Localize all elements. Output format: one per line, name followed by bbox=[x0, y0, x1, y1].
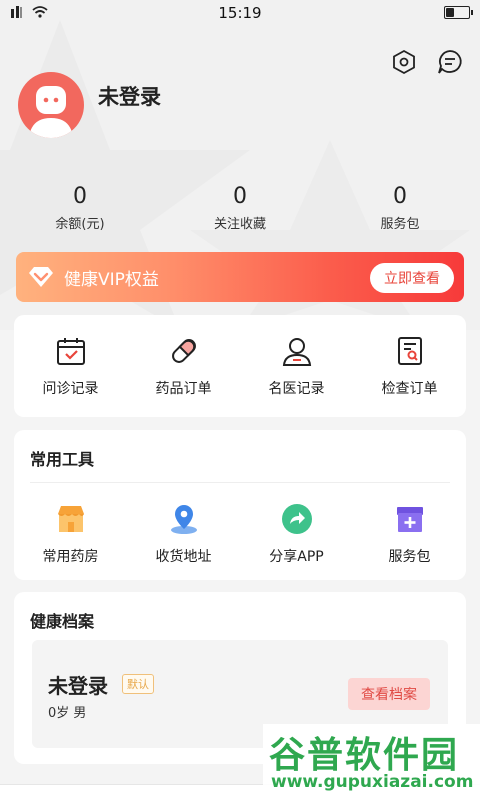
settings-icon[interactable] bbox=[390, 48, 418, 76]
grid-label: 问诊记录 bbox=[42, 381, 99, 397]
report-search-icon bbox=[392, 333, 428, 369]
card-title: 常用工具 bbox=[30, 450, 95, 469]
stat-balance[interactable]: 0 余额(元) bbox=[0, 184, 160, 232]
stat-favorites[interactable]: 0 关注收藏 bbox=[160, 184, 320, 232]
vip-diamond-icon bbox=[28, 264, 54, 290]
username-label[interactable]: 未登录 bbox=[98, 81, 161, 111]
grid-label: 常用药房 bbox=[42, 549, 99, 565]
share-icon bbox=[279, 501, 315, 537]
share-app-item[interactable]: 分享APP bbox=[240, 487, 353, 566]
pharmacy-item[interactable]: 常用药房 bbox=[14, 487, 127, 566]
grid-label: 分享APP bbox=[269, 549, 324, 565]
doctor-records-item[interactable]: 名医记录 bbox=[240, 315, 353, 417]
grid-label: 药品订单 bbox=[155, 381, 212, 397]
stat-value: 0 bbox=[233, 184, 247, 209]
default-badge: 默认 bbox=[122, 674, 154, 694]
consultation-records-item[interactable]: 问诊记录 bbox=[14, 315, 127, 417]
avatar[interactable] bbox=[18, 72, 84, 138]
account-stats: 0 余额(元) 0 关注收藏 0 服务包 bbox=[0, 184, 480, 232]
status-bar: 15:19 bbox=[0, 0, 480, 26]
status-time: 15:19 bbox=[218, 4, 262, 22]
stat-label: 余额(元) bbox=[55, 217, 105, 232]
common-tools-card: 常用工具 常用药房 收货地址 分享APP 服务包 bbox=[14, 430, 466, 580]
service-package-item[interactable]: 服务包 bbox=[353, 487, 466, 566]
orders-card: 问诊记录 药品订单 名医记录 检查订单 bbox=[14, 315, 466, 417]
doctor-icon bbox=[279, 333, 315, 369]
top-actions bbox=[390, 48, 464, 76]
grid-label: 名医记录 bbox=[268, 381, 325, 397]
medicine-orders-item[interactable]: 药品订单 bbox=[127, 315, 240, 417]
exam-orders-item[interactable]: 检查订单 bbox=[353, 315, 466, 417]
tools-row: 常用药房 收货地址 分享APP 服务包 bbox=[14, 483, 466, 566]
location-pin-icon bbox=[166, 501, 202, 537]
pharmacy-icon bbox=[53, 501, 89, 537]
stat-label: 服务包 bbox=[380, 217, 420, 232]
stat-value: 0 bbox=[73, 184, 87, 209]
battery-icon bbox=[444, 6, 473, 19]
record-name: 未登录 bbox=[48, 674, 108, 698]
watermark-main-text: 谷普软件园 bbox=[269, 735, 460, 776]
grid-label: 服务包 bbox=[388, 549, 431, 565]
watermark-url: www.gupuxiazai.com bbox=[271, 772, 474, 792]
grid-label: 收货地址 bbox=[155, 549, 212, 565]
record-info: 0岁 男 bbox=[48, 706, 87, 721]
watermark: 谷普软件园 www.gupuxiazai.com bbox=[263, 724, 480, 800]
shipping-address-item[interactable]: 收货地址 bbox=[127, 487, 240, 566]
calendar-check-icon bbox=[53, 333, 89, 369]
vip-view-button[interactable]: 立即查看 bbox=[370, 263, 454, 293]
vip-title: 健康VIP权益 bbox=[64, 269, 159, 290]
stat-value: 0 bbox=[393, 184, 407, 209]
vip-banner[interactable]: 健康VIP权益 立即查看 bbox=[16, 252, 464, 302]
view-record-button[interactable]: 查看档案 bbox=[348, 678, 430, 710]
grid-label: 检查订单 bbox=[381, 381, 438, 397]
pill-icon bbox=[166, 333, 202, 369]
stat-service-packages[interactable]: 0 服务包 bbox=[320, 184, 480, 232]
stat-label: 关注收藏 bbox=[213, 217, 266, 232]
card-title: 健康档案 bbox=[30, 612, 95, 631]
medical-kit-icon bbox=[392, 501, 428, 537]
message-icon[interactable] bbox=[436, 48, 464, 76]
profile-header[interactable]: 未登录 bbox=[18, 72, 161, 138]
